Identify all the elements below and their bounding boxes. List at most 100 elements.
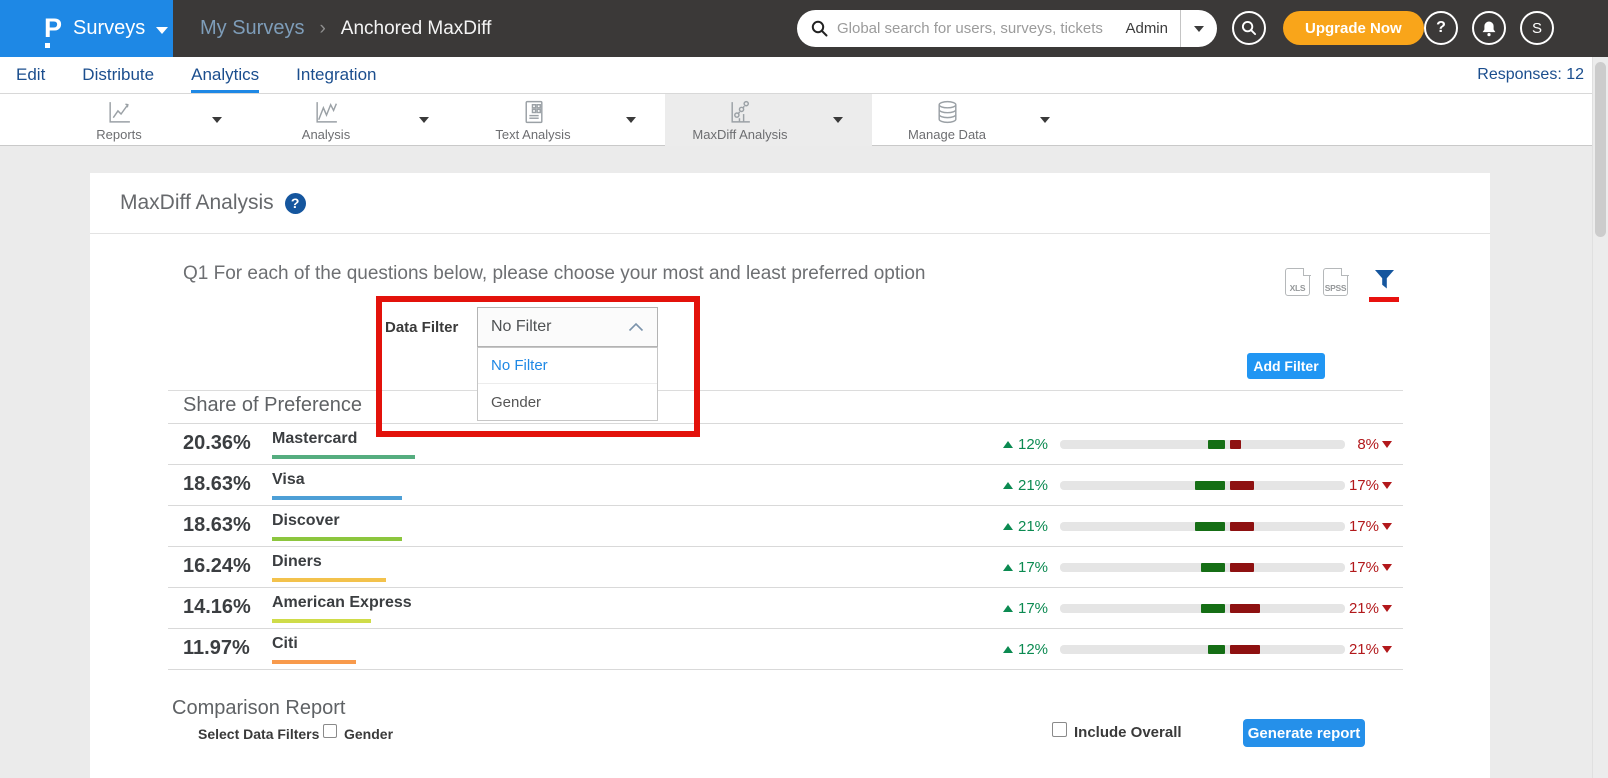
bar-down-segment bbox=[1230, 604, 1260, 613]
row-underline bbox=[272, 619, 371, 623]
page-title: MaxDiff Analysis bbox=[120, 191, 274, 215]
breadcrumb: My Surveys › Anchored MaxDiff bbox=[200, 0, 491, 57]
triangle-up-icon bbox=[1003, 564, 1013, 571]
toolbar-item-label: Text Analysis bbox=[495, 127, 570, 142]
funnel-icon[interactable] bbox=[1374, 269, 1395, 290]
row-percent: 11.97% bbox=[183, 637, 250, 660]
toolbar-item-text-analysis[interactable]: Text Analysis bbox=[458, 94, 608, 146]
toolbar-item-label: Manage Data bbox=[908, 127, 986, 142]
page-fold-icon bbox=[1303, 268, 1311, 276]
table-row: 18.63% Discover 21% 17% bbox=[168, 506, 1403, 547]
filter-option-no-filter[interactable]: No Filter bbox=[478, 348, 657, 384]
toolbar-item-maxdiff-analysis[interactable]: MaxDiff Analysis bbox=[665, 94, 815, 146]
tab-edit[interactable]: Edit bbox=[16, 57, 45, 93]
toolbar-group-maxdiff: MaxDiff Analysis bbox=[665, 94, 872, 146]
help-button[interactable]: ? bbox=[1424, 11, 1458, 45]
row-label: Mastercard bbox=[272, 430, 357, 448]
row-label: Diners bbox=[272, 553, 322, 571]
row-lower-bound[interactable]: 17% bbox=[1349, 465, 1392, 505]
upgrade-now-button[interactable]: Upgrade Now bbox=[1283, 11, 1424, 45]
row-lower-bound[interactable]: 21% bbox=[1349, 629, 1392, 669]
triangle-up-icon bbox=[1003, 441, 1013, 448]
row-lower-bound[interactable]: 17% bbox=[1349, 506, 1392, 546]
question-mark-icon: ? bbox=[1436, 19, 1446, 37]
bar-down-segment bbox=[1230, 440, 1241, 449]
row-up-value: 12% bbox=[1018, 436, 1048, 453]
tab-integration[interactable]: Integration bbox=[296, 57, 376, 93]
page-fold-icon bbox=[1341, 268, 1349, 276]
funnel-active-indicator bbox=[1369, 297, 1399, 302]
text-analysis-dropdown[interactable] bbox=[610, 94, 652, 146]
search-input[interactable] bbox=[837, 20, 1125, 37]
row-down-value: 17% bbox=[1349, 559, 1379, 576]
row-range-bar bbox=[1060, 522, 1345, 531]
avatar[interactable]: S bbox=[1520, 11, 1554, 45]
include-overall-checkbox[interactable] bbox=[1052, 722, 1067, 737]
table-row: 20.36% Mastercard 12% 8% bbox=[168, 424, 1403, 465]
triangle-up-icon bbox=[1003, 646, 1013, 653]
row-label: Visa bbox=[272, 471, 305, 489]
triangle-up-icon bbox=[1003, 523, 1013, 530]
row-lower-bound[interactable]: 17% bbox=[1349, 547, 1392, 587]
help-icon[interactable]: ? bbox=[285, 193, 306, 214]
table-row: 16.24% Diners 17% 17% bbox=[168, 547, 1403, 588]
analysis-dropdown[interactable] bbox=[403, 94, 445, 146]
data-filter-select[interactable]: No Filter bbox=[477, 307, 658, 347]
share-of-preference-table: 20.36% Mastercard 12% 8% 18.63% Visa 21%… bbox=[168, 423, 1403, 670]
scatter-chart-icon bbox=[727, 99, 754, 126]
select-data-filters-label: Select Data Filters bbox=[198, 726, 319, 742]
row-down-value: 21% bbox=[1349, 641, 1379, 658]
row-down-value: 21% bbox=[1349, 600, 1379, 617]
include-overall-label: Include Overall bbox=[1074, 724, 1182, 741]
export-spss-button[interactable]: SPSS bbox=[1323, 268, 1348, 296]
database-icon bbox=[934, 99, 961, 126]
top-header: P Surveys My Surveys › Anchored MaxDiff … bbox=[0, 0, 1608, 57]
scrollbar-thumb[interactable] bbox=[1595, 62, 1606, 237]
toolbar-item-label: MaxDiff Analysis bbox=[692, 127, 787, 142]
row-lower-bound[interactable]: 21% bbox=[1349, 588, 1392, 628]
global-search: Admin bbox=[797, 10, 1217, 47]
row-upper-bound: 17% bbox=[1003, 588, 1048, 628]
bar-up-segment bbox=[1195, 522, 1225, 531]
generate-report-button[interactable]: Generate report bbox=[1243, 719, 1365, 747]
export-xls-button[interactable]: XLS bbox=[1285, 268, 1310, 296]
breadcrumb-parent[interactable]: My Surveys bbox=[200, 17, 304, 40]
toolbar-item-analysis[interactable]: Analysis bbox=[251, 94, 401, 146]
search-scope-dropdown[interactable] bbox=[1181, 10, 1217, 47]
add-filter-button[interactable]: Add Filter bbox=[1247, 353, 1325, 379]
row-underline bbox=[272, 660, 356, 664]
row-range-bar bbox=[1060, 440, 1345, 449]
toolbar-item-manage-data[interactable]: Manage Data bbox=[872, 94, 1022, 146]
search-icon bbox=[811, 20, 828, 37]
bar-down-segment bbox=[1230, 481, 1254, 490]
triangle-down-icon bbox=[1382, 441, 1392, 448]
row-upper-bound: 21% bbox=[1003, 465, 1048, 505]
product-switcher[interactable]: P Surveys bbox=[0, 0, 173, 57]
row-up-value: 17% bbox=[1018, 600, 1048, 617]
row-underline bbox=[272, 537, 402, 541]
card-header: MaxDiff Analysis ? bbox=[90, 173, 1490, 234]
tab-distribute[interactable]: Distribute bbox=[82, 57, 154, 93]
notifications-button[interactable] bbox=[1472, 11, 1506, 45]
gender-checkbox[interactable] bbox=[323, 724, 337, 738]
row-underline bbox=[272, 578, 386, 582]
reports-dropdown[interactable] bbox=[196, 94, 238, 146]
search-button[interactable] bbox=[1232, 11, 1266, 45]
scrollbar-track[interactable] bbox=[1592, 57, 1608, 778]
row-lower-bound[interactable]: 8% bbox=[1357, 424, 1392, 464]
chevron-up-icon bbox=[628, 322, 644, 332]
row-up-value: 12% bbox=[1018, 641, 1048, 658]
filter-option-gender[interactable]: Gender bbox=[478, 384, 657, 420]
row-percent: 16.24% bbox=[183, 555, 251, 578]
line-chart-icon bbox=[106, 99, 133, 126]
search-scope[interactable]: Admin bbox=[1125, 20, 1168, 37]
row-label: Citi bbox=[272, 635, 298, 653]
row-label: Discover bbox=[272, 512, 340, 530]
manage-data-dropdown[interactable] bbox=[1024, 94, 1066, 146]
tab-analytics[interactable]: Analytics bbox=[191, 57, 259, 93]
chevron-down-icon bbox=[212, 117, 222, 123]
toolbar-item-reports[interactable]: Reports bbox=[44, 94, 194, 146]
triangle-up-icon bbox=[1003, 605, 1013, 612]
row-percent: 18.63% bbox=[183, 473, 251, 496]
maxdiff-dropdown[interactable] bbox=[817, 94, 859, 146]
